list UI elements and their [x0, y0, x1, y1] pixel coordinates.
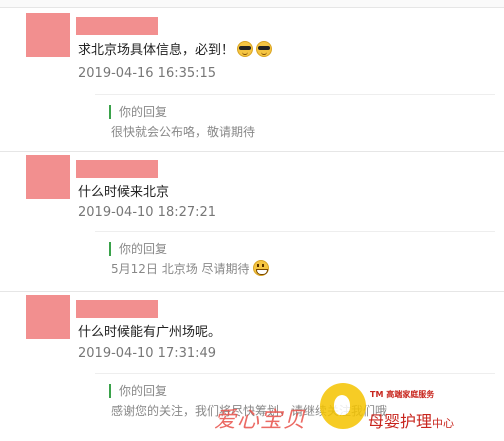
- comment-date: 2019-04-10 18:27:21: [78, 205, 217, 220]
- reply-block: 你的回复 5月12日 北京场 尽请期待: [95, 231, 495, 281]
- reply-title: 你的回复: [119, 384, 168, 398]
- reply-text: 5月12日 北京场 尽请期待: [111, 260, 269, 277]
- username-redacted[interactable]: [76, 300, 158, 318]
- reply-block: 你的回复 感谢您的关注，我们将尽快筹划，请继续关注我们哦: [95, 373, 495, 433]
- sunglasses-emoji-icon: [256, 41, 273, 57]
- comment-item: 什么时候能有广州场呢。 2019-04-10 17:31:49 你的回复 感谢您…: [0, 293, 504, 441]
- comment-text: 什么时候能有广州场呢。: [78, 325, 222, 340]
- reply-accent-bar: [109, 242, 111, 256]
- comment-item: 求北京场具体信息，必到！ 2019-04-16 16:35:15 你的回复 很快…: [0, 8, 504, 152]
- reply-text: 感谢您的关注，我们将尽快筹划，请继续关注我们哦: [111, 404, 388, 418]
- reply-title: 你的回复: [119, 105, 168, 119]
- comment-date: 2019-04-16 16:35:15: [78, 66, 217, 81]
- reply-title: 你的回复: [119, 242, 168, 256]
- reply-accent-bar: [109, 384, 111, 398]
- reply-block: 你的回复 很快就会公布咯，敬请期待: [95, 94, 495, 142]
- reply-text: 很快就会公布咯，敬请期待: [111, 125, 256, 139]
- avatar[interactable]: [26, 155, 70, 199]
- username-redacted[interactable]: [76, 160, 158, 178]
- username-redacted[interactable]: [76, 17, 158, 35]
- comment-text: 求北京场具体信息，必到！: [78, 39, 273, 58]
- comment-text: 什么时候来北京: [78, 185, 170, 200]
- sunglasses-emoji-icon: [237, 41, 254, 57]
- avatar[interactable]: [26, 13, 70, 57]
- top-divider: [0, 0, 504, 8]
- grin-emoji-icon: [252, 260, 269, 276]
- reply-accent-bar: [109, 105, 111, 119]
- comment-item: 什么时候来北京 2019-04-10 18:27:21 你的回复 5月12日 北…: [0, 153, 504, 292]
- avatar[interactable]: [26, 295, 70, 339]
- comment-date: 2019-04-10 17:31:49: [78, 346, 217, 361]
